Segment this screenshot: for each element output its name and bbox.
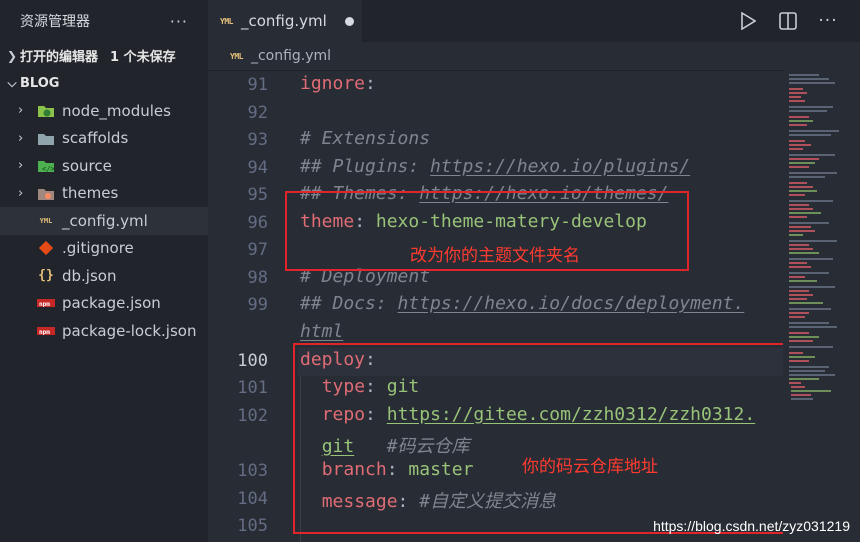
folder-section-blog[interactable]: ⌵ BLOG [0,70,208,98]
line-number: 91 [247,75,268,95]
line-number: 93 [247,130,268,150]
code-line-wrap: html [300,321,343,342]
tree-item-label: source [62,156,112,175]
breadcrumb-file[interactable]: _config.yml [251,48,331,64]
code-line: ignore: [300,73,376,94]
npm-file-icon: npm [36,323,56,339]
tree-item-label: themes [62,184,119,203]
comment-link[interactable]: https://hexo.io/plugins/ [430,156,690,177]
tree-item-package-json[interactable]: npm package.json [0,290,208,318]
tab-config-yml[interactable]: YML _config.yml [208,0,362,42]
folder-name: BLOG [20,75,60,91]
yml-file-icon: YML [230,51,243,61]
chevron-right-icon: › [18,158,24,174]
line-number: 98 [247,268,268,288]
chevron-right-icon: › [18,103,24,119]
node-folder-icon [36,103,56,119]
chevron-right-icon: › [18,185,24,201]
chevron-right-icon: › [18,130,24,146]
tree-item-db-json[interactable]: {} db.json [0,262,208,290]
tree-item-label: scaffolds [62,129,129,148]
comment-link-wrap[interactable]: html [300,321,343,342]
yaml-key: ignore [300,73,366,94]
svg-text:</>: </> [42,165,55,173]
line-number: 105 [237,516,268,536]
open-editors-label: 打开的编辑器 [20,50,99,66]
tree-item-label: node_modules [62,101,171,120]
tree-item-config-yml[interactable]: YML _config.yml [0,207,208,235]
split-editor-icon[interactable] [778,11,798,31]
source-folder-icon: </> [36,158,56,174]
tree-item-node-modules[interactable]: › node_modules [0,97,208,125]
tab-bar: YML _config.yml ··· [208,0,860,42]
line-number: 99 [247,295,268,315]
code-line: ## Plugins: https://hexo.io/plugins/ [300,156,690,177]
tree-item-gitignore[interactable]: .gitignore [0,235,208,263]
chevron-right-icon: ❯ [6,48,18,63]
comment-text: ## Plugins: [300,156,431,177]
chevron-down-icon: ⌵ [7,75,17,90]
explorer-header: 资源管理器 ··· [0,0,208,42]
unsaved-dot-icon[interactable] [344,16,354,26]
breadcrumb: YML _config.yml [208,42,860,71]
watermark: https://blog.csdn.net/zyz031219 [653,518,850,534]
yaml-colon: : [365,73,376,94]
json-file-icon: {} [38,268,54,284]
line-number: 92 [247,103,268,123]
annotation-box-deploy [293,343,803,534]
code-line: ## Docs: https://hexo.io/docs/deployment… [300,293,744,314]
explorer-sidebar: 资源管理器 ··· ❯ 打开的编辑器 1 个未保存 ⌵ BLOG › node_… [0,0,208,542]
npm-file-icon: npm [36,295,56,311]
themes-folder-icon [36,185,56,201]
svg-text:npm: npm [39,329,50,335]
explorer-title: 资源管理器 [20,14,90,30]
tree-item-label: _config.yml [62,211,148,230]
editor-actions: ··· [738,0,838,42]
svg-text:npm: npm [39,301,50,307]
folder-icon [36,130,56,146]
line-number: 94 [247,158,268,178]
minimap[interactable] [783,70,860,542]
line-number: 102 [237,406,268,426]
tree-item-source[interactable]: › </> source [0,152,208,180]
line-number: 100 [237,351,268,371]
more-actions-icon[interactable]: ··· [170,12,188,31]
tree-item-label: package.json [62,294,161,313]
tree-item-scaffolds[interactable]: › scaffolds [0,125,208,153]
tree-item-label: .gitignore [62,239,134,258]
code-comment: # Extensions [300,128,431,149]
annotation-theme-note: 改为你的主题文件夹名 [410,246,580,266]
tab-label: _config.yml [240,12,327,30]
tree-item-label: package-lock.json [62,321,197,340]
line-number: 96 [247,213,268,233]
comment-text: ## Docs: [300,293,398,314]
line-number: 95 [247,185,268,205]
more-actions-icon[interactable]: ··· [818,11,838,31]
tree-item-package-lock-json[interactable]: npm package-lock.json [0,317,208,345]
run-icon[interactable] [738,11,758,31]
line-number: 97 [247,240,268,260]
annotation-repo-note: 你的码云仓库地址 [522,457,658,477]
yml-file-icon: YML [220,16,233,26]
line-number: 103 [237,461,268,481]
comment-link[interactable]: https://hexo.io/docs/deployment. [398,293,745,314]
tree-item-themes[interactable]: › themes [0,180,208,208]
tree-item-label: db.json [62,266,117,285]
yml-file-icon: YML [39,216,53,225]
git-file-icon [36,240,56,256]
open-editors-section[interactable]: ❯ 打开的编辑器 1 个未保存 [0,42,208,70]
line-number: 101 [237,378,268,398]
editor-area: YML _config.yml ··· YML _config.yml 91 i… [208,0,860,542]
unsaved-count: 1 个未保存 [110,50,176,66]
line-number: 104 [237,489,268,509]
